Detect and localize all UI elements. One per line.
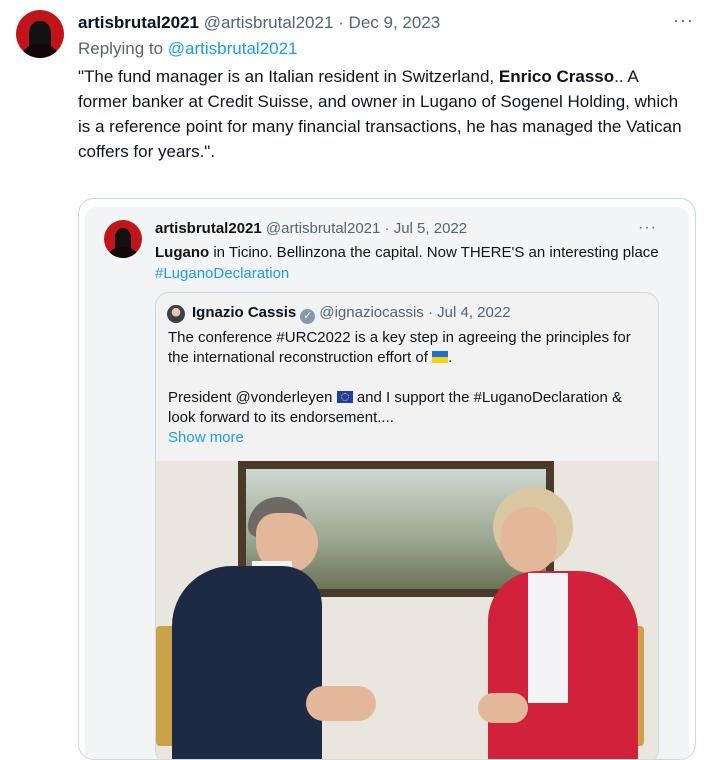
nested-line2: the international reconstruction effort …	[168, 349, 428, 366]
show-more-link[interactable]: Show more	[168, 428, 648, 448]
replying-to: Replying to @artisbrutal2021	[78, 36, 298, 61]
nested-line2-end: .	[448, 349, 453, 366]
tweet-text-bold: Enrico Crasso	[498, 67, 615, 86]
nested-line2-row: the international reconstruction effort …	[168, 348, 648, 368]
quoted-tweet-body: artisbrutal2021 @artisbrutal2021 · Jul 5…	[85, 207, 689, 759]
replying-prefix: Replying to	[78, 39, 164, 58]
woman-face-image	[501, 507, 557, 573]
man-suit-image	[172, 566, 322, 759]
tweet-header: artisbrutal2021 @artisbrutal2021 · Dec 9…	[78, 10, 440, 35]
quoted-text: Lugano in Ticino. Bellinzona the capital…	[155, 242, 675, 284]
quoted-author-avatar[interactable]	[104, 220, 142, 258]
header-separator: ·	[338, 13, 344, 32]
woman-blouse-image	[528, 573, 568, 703]
eu-flag-icon	[336, 391, 353, 403]
quoted-text-rest: in Ticino. Bellinzona the capital. Now T…	[209, 244, 659, 261]
nested-avatar[interactable]	[167, 305, 185, 323]
quoted-author-name[interactable]: artisbrutal2021	[155, 220, 262, 237]
man-hand-image	[306, 686, 376, 721]
quoted-author-handle[interactable]: @artisbrutal2021	[266, 220, 380, 237]
tweet-date[interactable]: Dec 9, 2023	[349, 13, 441, 32]
quoted-tweet-card[interactable]: artisbrutal2021 @artisbrutal2021 · Jul 5…	[78, 198, 696, 760]
replying-handle-link[interactable]: @artisbrutal2021	[168, 39, 298, 58]
quoted-header: artisbrutal2021 @artisbrutal2021 · Jul 5…	[155, 220, 467, 237]
quoted-date[interactable]: Jul 5, 2022	[394, 220, 467, 237]
nested-line4: look forward to its endorsement....	[168, 409, 394, 426]
nested-date[interactable]: Jul 4, 2022	[437, 304, 510, 321]
woman-hands-image	[478, 693, 528, 723]
quoted-hashtag-link[interactable]: #LuganoDeclaration	[155, 265, 289, 282]
nested-separator: ·	[427, 304, 433, 321]
nested-line3b: and I support the #LuganoDeclaration &	[352, 389, 623, 406]
tweet-text-part1: "The fund manager is an Italian resident…	[78, 67, 499, 86]
nested-author-name[interactable]: Ignazio Cassis	[192, 304, 296, 321]
ukraine-flag-icon	[432, 351, 449, 363]
nested-quote-card[interactable]: Ignazio Cassis ✓ @ignaziocassis · Jul 4, …	[155, 292, 659, 759]
nested-line3-row: President @vonderleyen and I support the…	[168, 388, 648, 408]
nested-author-handle[interactable]: @ignaziocassis	[319, 304, 423, 321]
quoted-text-bold: Lugano	[155, 244, 210, 261]
nested-line1: The conference #URC2022 is a key step in…	[168, 329, 631, 346]
quoted-separator: ·	[384, 220, 390, 237]
quoted-more-dots-icon[interactable]: ···	[638, 219, 657, 237]
tweet-text: "The fund manager is an Italian resident…	[78, 64, 690, 164]
more-dots-icon[interactable]: ···	[673, 10, 694, 31]
nested-text: The conference #URC2022 is a key step in…	[168, 328, 648, 448]
nested-header: Ignazio Cassis ✓ @ignaziocassis · Jul 4, …	[192, 304, 511, 324]
tweet-photo[interactable]	[156, 461, 658, 759]
author-avatar[interactable]	[16, 10, 64, 58]
verified-badge-icon: ✓	[300, 309, 316, 324]
nested-line3a: President @vonderleyen	[168, 389, 333, 406]
author-name[interactable]: artisbrutal2021	[78, 13, 199, 32]
author-handle[interactable]: @artisbrutal2021	[204, 13, 334, 32]
